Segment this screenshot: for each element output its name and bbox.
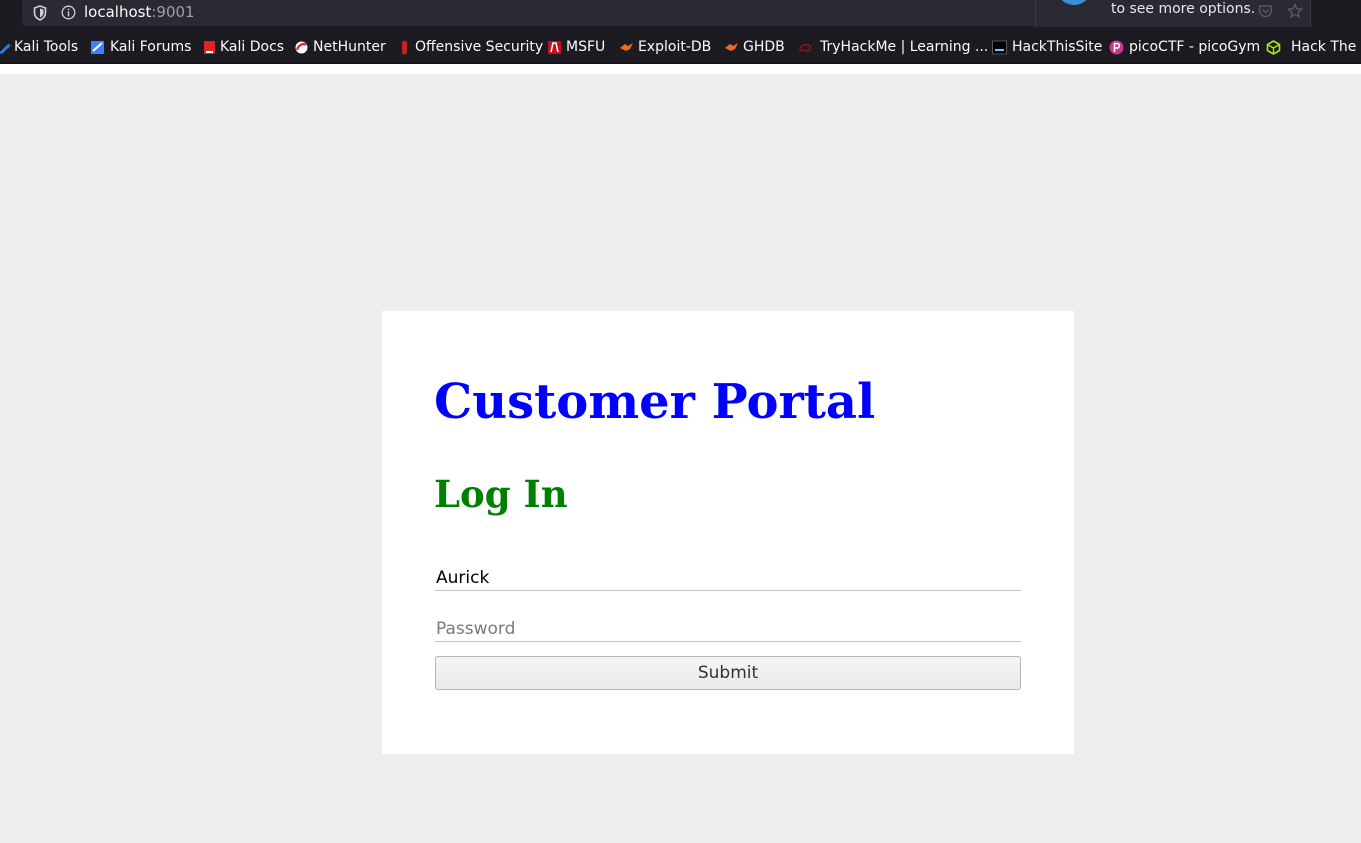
ghdb-icon [725,43,738,51]
popup-avatar-icon [1056,0,1092,5]
kali-docs-icon [204,41,215,54]
login-card: Customer Portal Log In Submit [382,311,1074,754]
url-port: :9001 [151,3,195,21]
popup-text: to see more options. [1111,1,1256,17]
page-title: Customer Portal [434,374,876,430]
url-text[interactable]: localhost:9001 [84,3,195,22]
bookmarks-toolbar: Kali Tools Kali Forums Kali Docs NetHunt… [0,27,1361,64]
nethunter-icon [295,41,308,54]
browser-toolbar: localhost:9001 to see more options. [0,0,1361,32]
address-bar[interactable]: localhost:9001 [22,0,1042,26]
picoctf-icon [1109,40,1124,55]
exploitdb-icon [620,43,633,51]
content-top-border [0,64,1361,74]
login-heading: Log In [434,472,568,516]
pocket-icon[interactable] [1258,4,1273,18]
offsec-icon [402,41,407,55]
submit-button[interactable]: Submit [435,656,1021,690]
page-body: Customer Portal Log In Submit [0,74,1361,843]
tryhackme-icon [799,43,812,52]
kali-forums-icon [91,41,104,54]
shield-icon[interactable] [33,5,47,21]
hackthebox-icon [1266,40,1281,55]
url-host: localhost [84,3,152,21]
msfu-icon [548,41,561,54]
password-input[interactable] [435,616,1021,642]
info-icon[interactable] [61,5,76,20]
star-icon[interactable] [1287,3,1303,19]
username-input[interactable] [435,565,1021,591]
kali-dragon-icon [0,43,12,54]
hackthissite-icon [992,40,1007,55]
